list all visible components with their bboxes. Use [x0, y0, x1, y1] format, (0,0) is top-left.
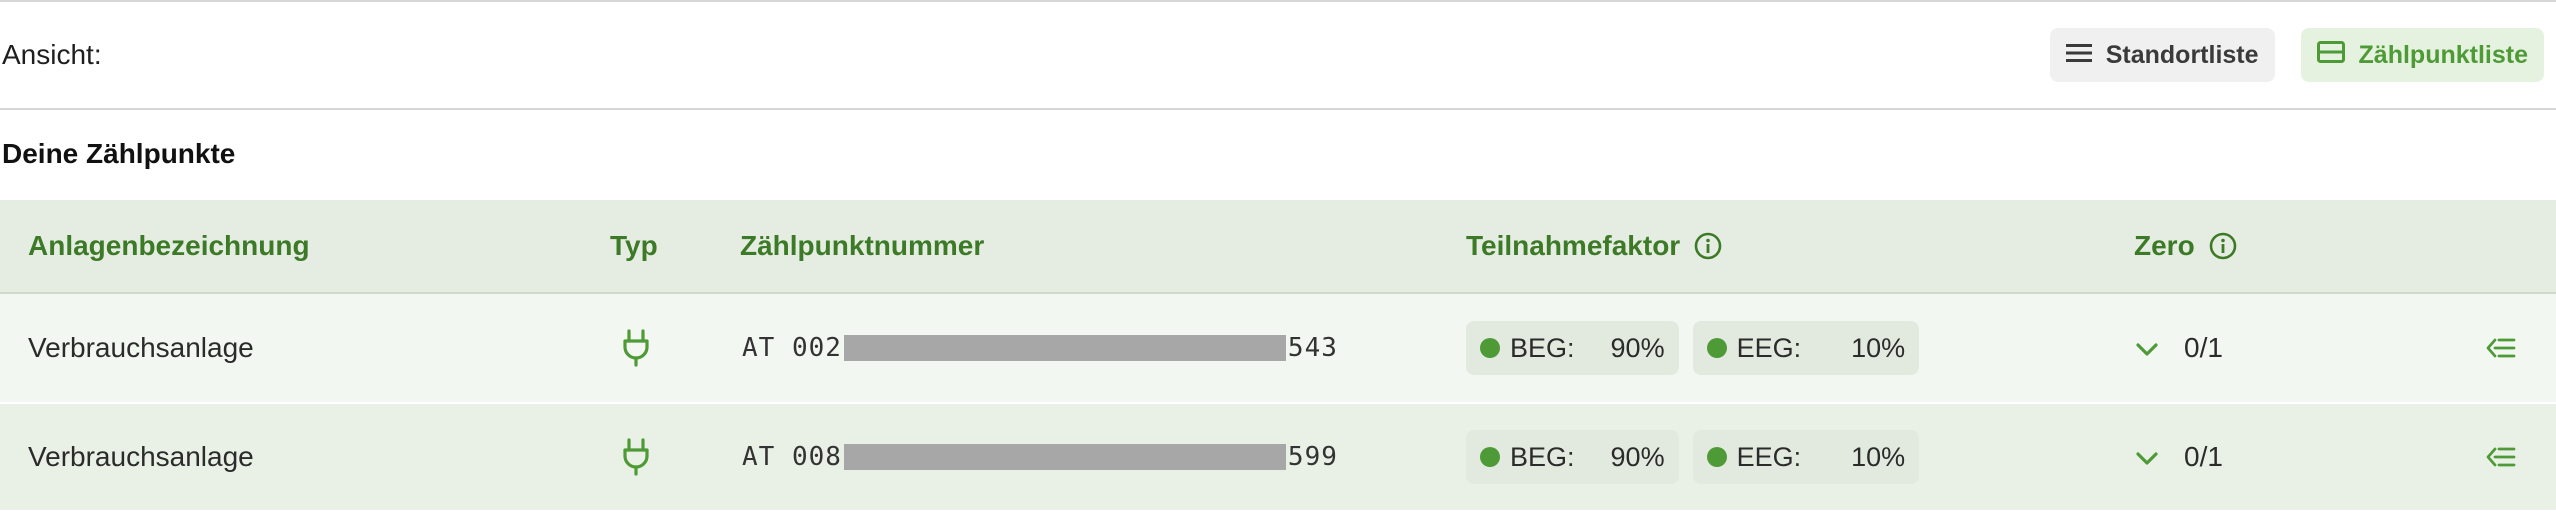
info-icon[interactable]	[1694, 232, 1722, 260]
zero-value: 0/1	[2184, 441, 2223, 472]
row-name: Verbrauchsanlage	[28, 332, 254, 363]
eeg-value: 10%	[1851, 332, 1906, 363]
eeg-badge: EEG: 10%	[1692, 321, 1920, 375]
standortliste-label: Standortliste	[2105, 40, 2259, 69]
eeg-value: 10%	[1851, 441, 1906, 472]
meter-number-suffix: 543	[1287, 333, 1338, 363]
table-header: Anlagenbezeichnung Typ Zählpunktnummer T…	[0, 200, 2556, 294]
eeg-badge: EEG: 10%	[1692, 430, 1920, 484]
redacted-block	[843, 444, 1286, 470]
row-action-icon[interactable]	[2486, 337, 2516, 359]
section-title: Deine Zählpunkte	[2, 138, 236, 169]
beg-dot	[1480, 338, 1500, 358]
zero-value: 0/1	[2184, 332, 2223, 363]
plug-icon	[622, 329, 650, 367]
table-row[interactable]: Verbrauchsanlage AT 002 543 BEG: 90% EEG…	[0, 294, 2556, 404]
chevron-down-icon[interactable]	[2136, 332, 2158, 364]
meter-table: Anlagenbezeichnung Typ Zählpunktnummer T…	[0, 200, 2556, 512]
view-label: Ansicht:	[2, 39, 102, 70]
factor-cell: BEG: 90% EEG: 10%	[1466, 321, 1920, 375]
info-icon[interactable]	[2209, 232, 2237, 260]
row-name: Verbrauchsanlage	[28, 441, 254, 472]
plug-icon	[622, 438, 650, 476]
meter-number-prefix: AT 008	[742, 442, 842, 472]
beg-badge: BEG: 90%	[1466, 321, 1679, 375]
zaehlpunktliste-label: Zählpunktliste	[2358, 40, 2528, 69]
beg-dot	[1480, 447, 1500, 467]
standortliste-button[interactable]: Standortliste	[2049, 28, 2275, 82]
eeg-label: EEG:	[1736, 332, 1802, 363]
factor-cell: BEG: 90% EEG: 10%	[1466, 430, 1920, 484]
list-icon	[2065, 41, 2092, 70]
header-type[interactable]: Typ	[610, 230, 658, 262]
beg-value: 90%	[1610, 332, 1665, 363]
zaehlpunktliste-button[interactable]: Zählpunktliste	[2300, 28, 2544, 82]
meter-number-suffix: 599	[1287, 442, 1338, 472]
header-factor-label[interactable]: Teilnahmefaktor	[1466, 230, 1680, 262]
header-name[interactable]: Anlagenbezeichnung	[28, 230, 310, 262]
zero-cell: 0/1	[2136, 441, 2223, 473]
eeg-dot	[1706, 447, 1727, 467]
chevron-down-icon[interactable]	[2136, 441, 2158, 473]
table-row[interactable]: Verbrauchsanlage AT 008 599 BEG: 90% EEG…	[0, 404, 2556, 512]
redacted-block	[843, 335, 1286, 361]
eeg-label: EEG:	[1736, 441, 1802, 472]
zero-cell: 0/1	[2136, 332, 2223, 364]
beg-badge: BEG: 90%	[1466, 430, 1679, 484]
beg-value: 90%	[1610, 441, 1665, 472]
eeg-dot	[1706, 338, 1727, 358]
beg-label: BEG:	[1510, 441, 1575, 472]
view-toggle: Standortliste Zählpunktliste	[2049, 28, 2556, 82]
row-action-icon[interactable]	[2486, 446, 2516, 468]
header-zero-label[interactable]: Zero	[2134, 230, 2195, 262]
table-icon	[2316, 40, 2345, 70]
beg-label: BEG:	[1510, 332, 1575, 363]
header-factor: Teilnahmefaktor	[1466, 230, 1722, 262]
header-zero: Zero	[2134, 230, 2237, 262]
meter-number: AT 008 599	[742, 442, 1338, 472]
meter-number: AT 002 543	[742, 333, 1338, 363]
meter-number-prefix: AT 002	[742, 333, 842, 363]
header-number[interactable]: Zählpunktnummer	[740, 230, 984, 262]
view-bar: Ansicht: Standortliste Zählpunktliste	[0, 2, 2556, 110]
